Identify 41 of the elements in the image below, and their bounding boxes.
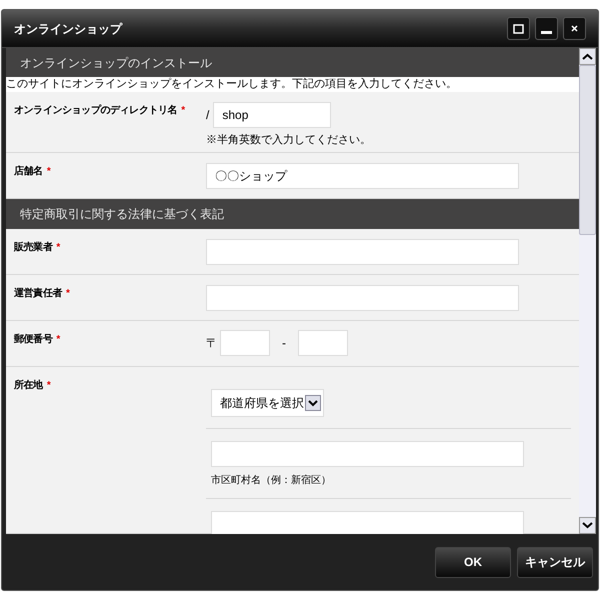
text-field[interactable]	[206, 238, 519, 265]
separator-text: -	[282, 335, 286, 352]
required-mark: *	[46, 378, 50, 393]
required-mark: *	[181, 104, 185, 118]
maximize-button[interactable]	[507, 17, 530, 40]
required-mark: *	[66, 286, 70, 301]
hint-text: ※半角英数で入力してください。	[206, 133, 371, 148]
field-label: 所在地	[14, 378, 43, 393]
required-mark: *	[46, 165, 50, 180]
field-label: 運営責任者	[14, 286, 62, 301]
prefecture-select[interactable]: 都道府県を選択	[211, 388, 324, 417]
close-button[interactable]	[563, 17, 586, 40]
required-mark: *	[56, 332, 60, 347]
field-label: 販売業者	[14, 240, 52, 255]
dialog-button[interactable]: キャンセル	[517, 546, 593, 578]
prefix-text: 〒	[206, 335, 218, 352]
minimize-button[interactable]	[535, 17, 558, 40]
window-title: オンラインショップ	[14, 20, 122, 38]
text-field[interactable]: shop	[213, 102, 332, 128]
text-field[interactable]: 〇〇ショップ	[206, 163, 519, 190]
text-field[interactable]	[211, 510, 524, 534]
text-field[interactable]	[298, 330, 348, 356]
section-header: オンラインショップのインストール	[6, 48, 579, 78]
field-label: オンラインショップのディレクトリ名	[14, 103, 178, 118]
intro-text: このサイトにオンラインショップをインストールします。下記の項目を入力してください。	[6, 77, 579, 92]
dialog-button[interactable]: OK	[435, 546, 511, 578]
section-header: 特定商取引に関する法律に基づく表記	[6, 199, 579, 229]
prefix-text: /	[206, 107, 210, 124]
chevron-down-icon	[305, 394, 321, 411]
text-field[interactable]	[211, 440, 524, 467]
text-field[interactable]	[220, 330, 270, 356]
minimize-icon	[541, 31, 552, 34]
square-icon	[513, 24, 524, 34]
text-field[interactable]	[206, 284, 519, 311]
hint-text: 市区町村名（例：新宿区）	[211, 474, 332, 488]
required-mark: *	[56, 240, 60, 255]
field-label: 郵便番号	[14, 332, 52, 347]
scroll-up-icon	[579, 48, 596, 65]
field-label: 店舗名	[14, 164, 43, 180]
scrollbar[interactable]	[579, 48, 596, 534]
close-icon	[571, 25, 578, 32]
